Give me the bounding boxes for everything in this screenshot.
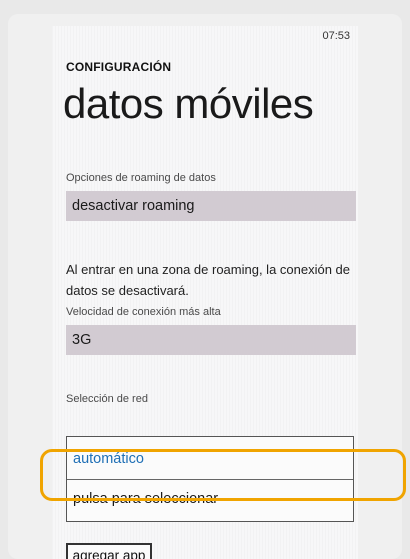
- connection-speed-select[interactable]: 3G: [66, 325, 356, 355]
- network-selection-list: automático pulsa para seleccionar: [66, 436, 354, 522]
- phone-screen: 07:53 CONFIGURACIÓN datos móviles Opcion…: [52, 26, 358, 559]
- network-option-automatic[interactable]: automático: [73, 449, 144, 469]
- roaming-options-select[interactable]: desactivar roaming: [66, 191, 356, 221]
- network-option-manual[interactable]: pulsa para seleccionar: [73, 489, 218, 509]
- roaming-description: Al entrar en una zona de roaming, la con…: [66, 262, 351, 298]
- status-time: 07:53: [322, 30, 350, 42]
- add-app-button[interactable]: agregar app: [66, 543, 152, 559]
- network-selection-label: Selección de red: [66, 393, 148, 405]
- connection-speed-label: Velocidad de conexión más alta: [66, 306, 221, 318]
- roaming-options-label: Opciones de roaming de datos: [66, 172, 216, 184]
- app-title: CONFIGURACIÓN: [66, 60, 172, 74]
- page-title: datos móviles: [63, 80, 314, 127]
- network-option-divider: [67, 479, 353, 480]
